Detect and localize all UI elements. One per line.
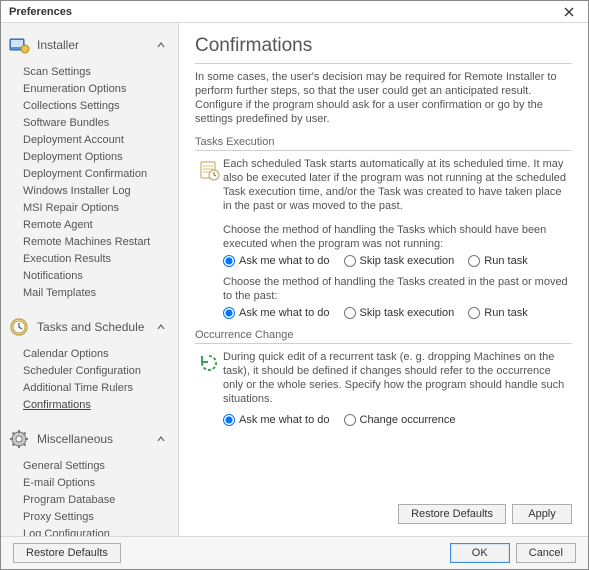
group-desc: During quick edit of a recurrent task (e… [223,350,572,406]
sidebar-item[interactable]: MSI Repair Options [1,199,178,216]
radio-skip[interactable]: Skip task execution [344,255,455,267]
sidebar-item[interactable]: Remote Machines Restart [1,233,178,250]
window-title: Preferences [9,6,72,18]
sidebar-item[interactable]: Enumeration Options [1,80,178,97]
sidebar-item[interactable]: Notifications [1,267,178,284]
section-label: Miscellaneous [37,432,156,446]
sidebar-item[interactable]: Deployment Account [1,131,178,148]
radio-input[interactable] [344,414,356,426]
body: Installer Scan Settings Enumeration Opti… [1,23,588,536]
sidebar-item[interactable]: Execution Results [1,250,178,267]
occurrence-options: Ask me what to do Change occurrence [223,410,572,428]
group-label-occurrence: Occurrence Change [195,329,572,344]
tasks-exec-q2-options: Ask me what to do Skip task execution Ru… [223,303,572,321]
apply-button[interactable]: Apply [512,504,572,524]
group-occurrence: During quick edit of a recurrent task (e… [195,344,572,410]
radio-input[interactable] [344,307,356,319]
sidebar-item[interactable]: Deployment Confirmation [1,165,178,182]
tasks-exec-q1-options: Ask me what to do Skip task execution Ru… [223,251,572,269]
sidebar-item[interactable]: Scan Settings [1,63,178,80]
content: Confirmations In some cases, the user's … [179,23,588,536]
chevron-up-icon [156,40,170,50]
radio-label: Ask me what to do [239,414,330,426]
content-footer: Restore Defaults Apply [195,498,572,528]
gear-icon [7,427,31,451]
radio-skip[interactable]: Skip task execution [344,307,455,319]
section-label: Tasks and Schedule [37,320,156,334]
radio-label: Change occurrence [360,414,456,426]
restore-defaults-global-button[interactable]: Restore Defaults [13,543,121,563]
radio-label: Skip task execution [360,307,455,319]
recurrence-icon [195,350,223,406]
section-header-misc[interactable]: Miscellaneous [1,423,178,455]
section-items-installer: Scan Settings Enumeration Options Collec… [1,61,178,311]
close-icon[interactable] [564,7,582,17]
group-label-tasks-execution: Tasks Execution [195,136,572,151]
radio-ask[interactable]: Ask me what to do [223,255,330,267]
sidebar-item-confirmations[interactable]: Confirmations [1,396,178,413]
radio-input[interactable] [344,255,356,267]
section-items-misc: General Settings E-mail Options Program … [1,455,178,536]
group-tasks-execution: Each scheduled Task starts automatically… [195,151,572,217]
sidebar-item[interactable]: Log Configuration [1,525,178,536]
sidebar-item[interactable]: Software Bundles [1,114,178,131]
titlebar: Preferences [1,1,588,23]
sidebar-item[interactable]: Proxy Settings [1,508,178,525]
task-icon [195,157,223,213]
ok-button[interactable]: OK [450,543,510,563]
restore-defaults-button[interactable]: Restore Defaults [398,504,506,524]
sidebar-item[interactable]: Calendar Options [1,345,178,362]
section-header-installer[interactable]: Installer [1,29,178,61]
radio-change[interactable]: Change occurrence [344,414,456,426]
radio-run[interactable]: Run task [468,255,527,267]
tasks-exec-q1: Choose the method of handling the Tasks … [223,223,572,251]
sidebar-item[interactable]: Mail Templates [1,284,178,301]
radio-input[interactable] [223,307,235,319]
bottom-bar: Restore Defaults OK Cancel [1,536,588,569]
radio-label: Skip task execution [360,255,455,267]
section-header-tasks[interactable]: Tasks and Schedule [1,311,178,343]
chevron-up-icon [156,434,170,444]
intro-text: In some cases, the user's decision may b… [195,70,572,126]
radio-label: Ask me what to do [239,255,330,267]
radio-ask[interactable]: Ask me what to do [223,414,330,426]
divider [195,63,572,64]
section-items-tasks: Calendar Options Scheduler Configuration… [1,343,178,423]
tasks-exec-q2: Choose the method of handling the Tasks … [223,275,572,303]
radio-input[interactable] [468,255,480,267]
chevron-up-icon [156,322,170,332]
page-title: Confirmations [195,35,572,57]
preferences-window: Preferences Installer [0,0,589,570]
radio-label: Ask me what to do [239,307,330,319]
radio-ask[interactable]: Ask me what to do [223,307,330,319]
radio-input[interactable] [223,255,235,267]
sidebar-item[interactable]: Scheduler Configuration [1,362,178,379]
clock-icon [7,315,31,339]
sidebar-item[interactable]: Program Database [1,491,178,508]
radio-input[interactable] [468,307,480,319]
sidebar-item[interactable]: General Settings [1,457,178,474]
sidebar-item[interactable]: Windows Installer Log [1,182,178,199]
radio-input[interactable] [223,414,235,426]
radio-run[interactable]: Run task [468,307,527,319]
bottom-right-buttons: OK Cancel [450,543,576,563]
sidebar-item[interactable]: Additional Time Rulers [1,379,178,396]
section-label: Installer [37,38,156,52]
sidebar-item[interactable]: E-mail Options [1,474,178,491]
sidebar-item[interactable]: Remote Agent [1,216,178,233]
sidebar: Installer Scan Settings Enumeration Opti… [1,23,179,536]
group-desc: Each scheduled Task starts automatically… [223,157,572,213]
radio-label: Run task [484,255,527,267]
cancel-button[interactable]: Cancel [516,543,576,563]
sidebar-item[interactable]: Deployment Options [1,148,178,165]
sidebar-item[interactable]: Collections Settings [1,97,178,114]
installer-icon [7,33,31,57]
radio-label: Run task [484,307,527,319]
